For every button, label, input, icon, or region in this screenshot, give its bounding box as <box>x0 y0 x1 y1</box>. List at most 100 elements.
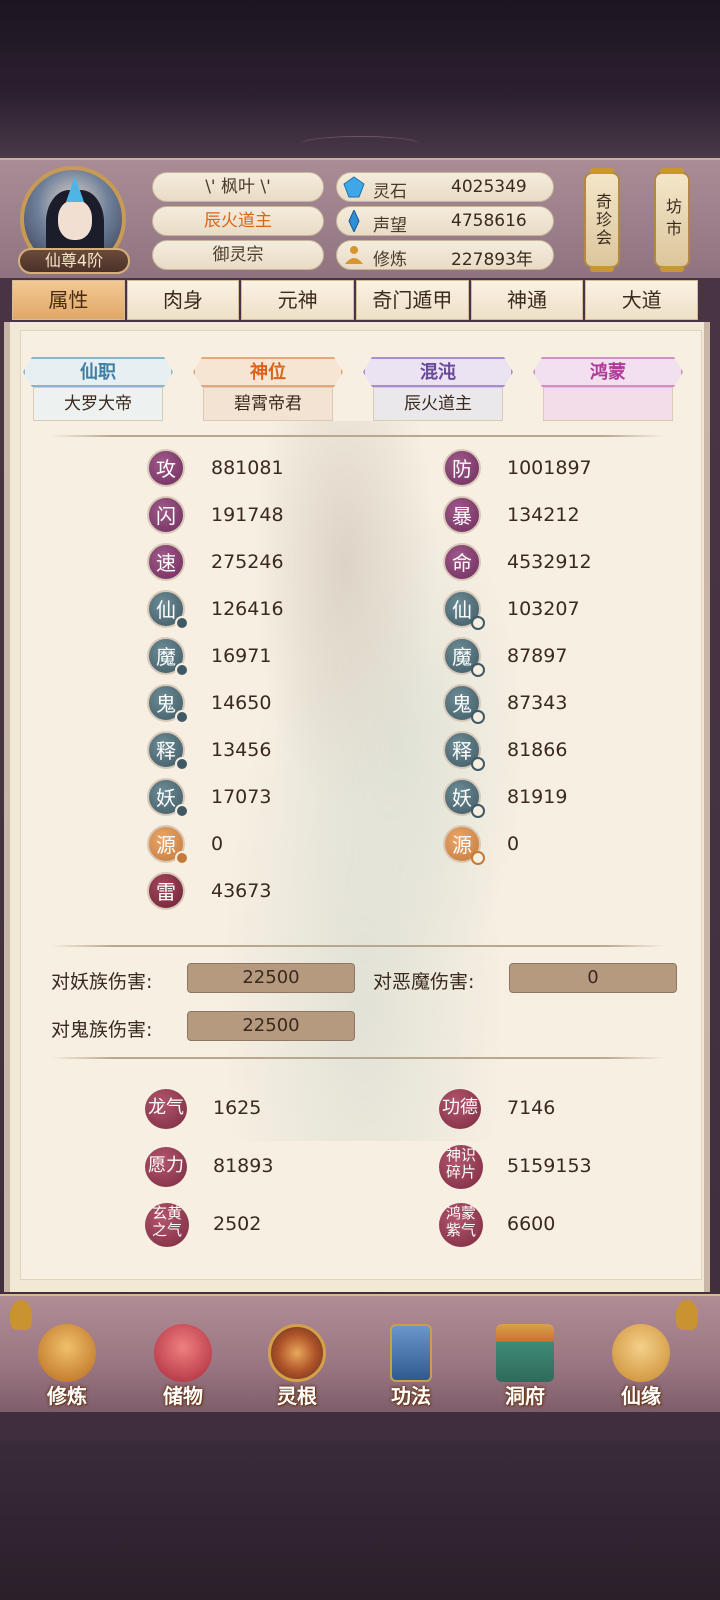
rank-value: 大罗大帝 <box>33 387 163 421</box>
stat-value: 881081 <box>211 457 284 479</box>
attack-mark-icon <box>175 851 189 865</box>
stat-badge: 雷 <box>147 872 185 910</box>
nav-spirit-root[interactable]: 灵根 <box>252 1322 342 1408</box>
rank-value <box>543 387 673 421</box>
corner-ornament <box>676 1300 698 1330</box>
stat-value: 4532912 <box>507 551 592 573</box>
rank-head: 神位 <box>193 357 343 387</box>
extra-value: 5159153 <box>507 1155 592 1177</box>
defense-mark-icon <box>471 851 485 865</box>
player-sect: 御灵宗 <box>152 240 324 270</box>
attack-mark-icon <box>175 710 189 724</box>
market-button[interactable]: 坊市 <box>654 168 690 272</box>
treasure-fair-button[interactable]: 奇珍会 <box>584 168 620 272</box>
stat-value: 14650 <box>211 692 272 714</box>
tab-dao[interactable]: 大道 <box>585 280 699 320</box>
extra-value: 7146 <box>507 1097 556 1119</box>
resource-label: 灵石 <box>373 182 407 202</box>
damage-vs-ghost-label: 对鬼族伤害: <box>51 1019 153 1041</box>
nav-label: 仙缘 <box>621 1384 661 1408</box>
avatar-crown-icon <box>66 176 84 202</box>
stat-value: 13456 <box>211 739 272 761</box>
resource-prestige[interactable]: 声望 4758616 <box>336 206 554 236</box>
tab-soul[interactable]: 元神 <box>241 280 355 320</box>
nav-label: 洞府 <box>505 1384 545 1408</box>
defense-mark-icon <box>471 710 485 724</box>
stat-value: 0 <box>507 833 520 855</box>
damage-vs-ghost-value: 22500 <box>187 1011 355 1041</box>
tab-qimen[interactable]: 奇门遁甲 <box>356 280 469 320</box>
player-header: 仙尊4阶 \' 枫叶 \' 辰火道主 御灵宗 灵石 4025349 声望 475… <box>0 158 720 278</box>
resource-value: 227893年 <box>451 250 533 270</box>
damage-vs-monster-value: 22500 <box>187 963 355 993</box>
resource-cultivation[interactable]: 修炼 227893年 <box>336 240 554 270</box>
extra-value: 2502 <box>213 1213 262 1235</box>
attributes-panel: 仙职 大罗大帝 神位 碧霄帝君 混沌 辰火道主 鸿蒙 攻 881081 闪 19… <box>4 322 710 1292</box>
stat-value: 1001897 <box>507 457 592 479</box>
stat-value: 81919 <box>507 786 568 808</box>
stat-badge: 攻 <box>147 449 185 487</box>
attack-mark-icon <box>175 616 189 630</box>
stat-badge: 暴 <box>443 496 481 534</box>
damage-vs-monster-label: 对妖族伤害: <box>51 971 153 993</box>
stat-value: 43673 <box>211 880 272 902</box>
extra-badge: 愿力 <box>145 1147 187 1187</box>
nav-cave-dwelling[interactable]: 洞府 <box>480 1322 570 1408</box>
rank-head: 仙职 <box>23 357 173 387</box>
damage-vs-demon-label: 对恶魔伤害: <box>373 971 475 993</box>
nav-label: 灵根 <box>277 1384 317 1408</box>
cultivate-icon <box>38 1324 96 1382</box>
immortal-fate-icon <box>612 1324 670 1382</box>
tab-abilities[interactable]: 神通 <box>470 280 584 320</box>
stat-value: 134212 <box>507 504 580 526</box>
defense-mark-icon <box>471 616 485 630</box>
resource-value: 4025349 <box>451 177 527 197</box>
spirit-root-icon <box>268 1324 326 1382</box>
nav-label: 功法 <box>391 1384 431 1408</box>
attack-mark-icon <box>175 757 189 771</box>
stat-badge: 命 <box>443 543 481 581</box>
rank-head: 鸿蒙 <box>533 357 683 387</box>
attack-mark-icon <box>175 804 189 818</box>
extra-badge: 鸿蒙紫气 <box>439 1203 483 1247</box>
resource-label: 声望 <box>373 216 407 236</box>
nav-label: 修炼 <box>47 1384 87 1408</box>
damage-vs-demon-value: 0 <box>509 963 677 993</box>
extra-value: 1625 <box>213 1097 262 1119</box>
defense-mark-icon <box>471 757 485 771</box>
technique-book-icon <box>390 1324 432 1382</box>
rank-value: 碧霄帝君 <box>203 387 333 421</box>
nav-technique[interactable]: 功法 <box>366 1322 456 1408</box>
rank-badge: 仙尊4阶 <box>18 248 130 274</box>
storage-bag-icon <box>154 1324 212 1382</box>
rank-hongmeng[interactable]: 鸿蒙 <box>533 357 683 421</box>
divider <box>51 1057 665 1059</box>
defense-mark-icon <box>471 663 485 677</box>
stat-value: 17073 <box>211 786 272 808</box>
rank-divine-position[interactable]: 神位 碧霄帝君 <box>193 357 343 421</box>
player-name: \' 枫叶 \' <box>152 172 324 202</box>
attribute-tabs: 属性 肉身 元神 奇门遁甲 神通 大道 <box>12 280 699 320</box>
tab-body[interactable]: 肉身 <box>126 280 240 320</box>
nav-cultivate[interactable]: 修炼 <box>22 1322 112 1408</box>
rank-immortal-office[interactable]: 仙职 大罗大帝 <box>23 357 173 421</box>
stat-value: 16971 <box>211 645 272 667</box>
stat-value: 87897 <box>507 645 568 667</box>
stat-value: 103207 <box>507 598 580 620</box>
cave-dwelling-icon <box>496 1324 554 1382</box>
nav-storage[interactable]: 储物 <box>138 1322 228 1408</box>
bottom-nav: 修炼 储物 灵根 功法 洞府 仙缘 <box>0 1294 720 1412</box>
rank-chaos[interactable]: 混沌 辰火道主 <box>363 357 513 421</box>
resource-label: 修炼 <box>373 250 407 270</box>
tab-attributes[interactable]: 属性 <box>12 280 125 320</box>
extra-badge: 功德 <box>439 1089 481 1129</box>
attributes-inner: 仙职 大罗大帝 神位 碧霄帝君 混沌 辰火道主 鸿蒙 攻 881081 闪 19… <box>20 330 702 1280</box>
stat-value: 191748 <box>211 504 284 526</box>
avatar-face <box>58 200 92 240</box>
resource-value: 4758616 <box>451 211 527 231</box>
resource-spirit-stone[interactable]: 灵石 4025349 <box>336 172 554 202</box>
stat-value: 275246 <box>211 551 284 573</box>
extra-value: 6600 <box>507 1213 556 1235</box>
nav-immortal-fate[interactable]: 仙缘 <box>596 1322 686 1408</box>
rank-head: 混沌 <box>363 357 513 387</box>
